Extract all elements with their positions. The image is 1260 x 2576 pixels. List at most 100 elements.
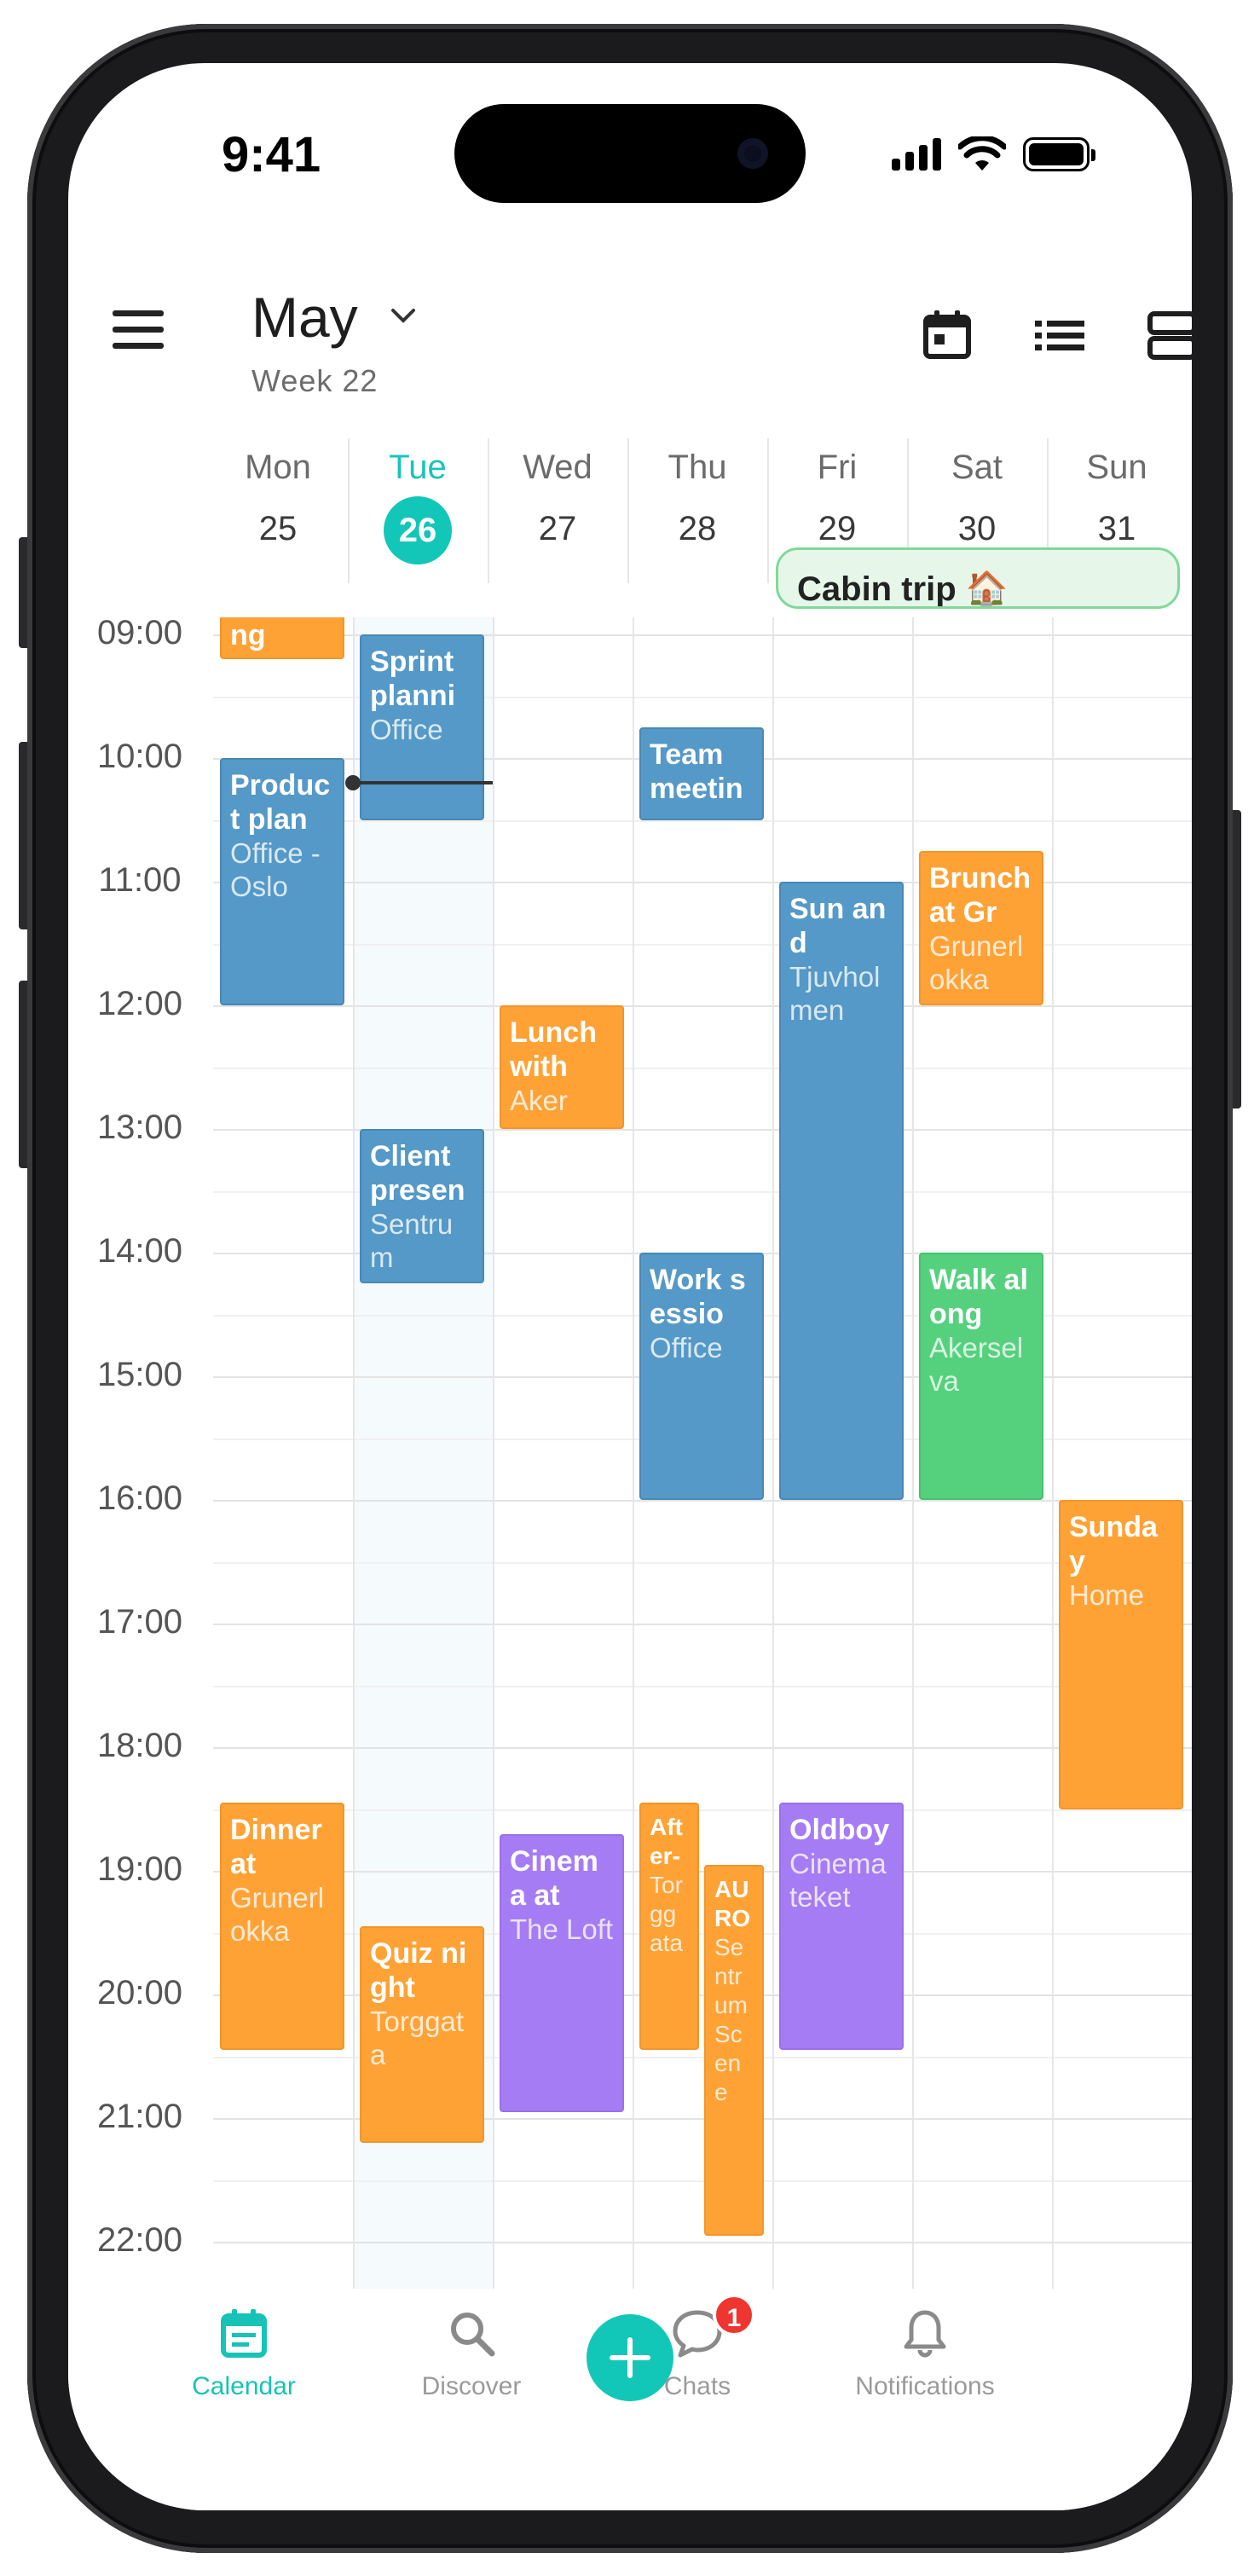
event-title: Product plan <box>230 769 331 836</box>
day-number: 26 <box>384 496 452 564</box>
search-icon <box>451 2313 495 2357</box>
tab-discover[interactable]: Discover <box>386 2306 557 2401</box>
calendar-event[interactable]: Client presen Sentrum <box>360 1129 484 1284</box>
day-column-line <box>633 617 634 2289</box>
calendar-event[interactable]: Dinner at Grunerlokka <box>220 1803 344 2051</box>
tab-label: Chats <box>663 2372 731 2400</box>
calendar-event[interactable]: Oldboy Cinemateket <box>779 1803 904 2051</box>
calendar-event[interactable]: Cinema at The Loft <box>500 1833 624 2112</box>
event-location: Grunerlokka <box>929 929 1024 995</box>
tab-label: Discover <box>421 2372 522 2400</box>
event-title: Brunch at Gr <box>929 861 1031 929</box>
menu-icon[interactable] <box>113 310 164 351</box>
day-number: 31 <box>1097 510 1136 547</box>
calendar-icon <box>221 2309 267 2358</box>
event-title: After- <box>650 1814 683 1870</box>
calendar-event[interactable]: Work sessio Office <box>639 1253 764 1500</box>
hour-label: 18:00 <box>96 1727 183 1764</box>
hour-label: 12:00 <box>96 985 183 1022</box>
day-name: Wed <box>523 449 592 486</box>
event-title: Lunch with <box>510 1016 597 1083</box>
calendar-view-icon[interactable] <box>921 309 974 362</box>
day-separator <box>348 438 350 583</box>
calendar-event[interactable]: Team meetin <box>639 726 764 820</box>
calendar-event[interactable]: Brunch at Gr Grunerlokka <box>919 850 1043 1005</box>
day-header-wed[interactable]: Wed 27 <box>488 430 627 583</box>
day-name: Mon <box>245 449 311 486</box>
half-hour-line <box>213 1067 1192 1069</box>
day-header-thu[interactable]: Thu 28 <box>627 430 767 583</box>
calendar-event[interactable]: Quiz night Torggata <box>360 1926 484 2143</box>
calendar-event[interactable]: Sprint planni Office <box>360 634 484 820</box>
half-hour-line <box>213 1561 1192 1564</box>
calendar-event[interactable]: Lunch with Aker <box>500 1005 624 1129</box>
calendar-event[interactable]: ng <box>220 617 344 659</box>
half-hour-line <box>213 1685 1192 1687</box>
hour-line <box>213 2242 1192 2243</box>
day-separator <box>767 438 769 583</box>
event-location: Sentrum <box>370 1208 454 1273</box>
day-header-tue[interactable]: Tue 26 <box>348 430 488 583</box>
half-hour-line <box>213 2179 1192 2182</box>
event-location: Akerselva <box>929 1332 1024 1397</box>
event-title: Oldboy <box>789 1814 890 1847</box>
calendar-event[interactable]: Sun and Tjuvholmen <box>779 882 904 1500</box>
event-title: Team meetin <box>650 738 743 805</box>
hour-label: 10:00 <box>96 738 183 775</box>
day-column-line <box>493 617 494 2289</box>
half-hour-line <box>213 1809 1192 1811</box>
day-header-mon[interactable]: Mon 25 <box>208 430 348 583</box>
wifi-icon <box>958 136 1006 171</box>
time-grid[interactable]: 09:00 10:00 11:00 12:00 13:00 14:00 15:00 16:00… <box>68 617 1192 2289</box>
hour-label: 09:00 <box>96 617 183 651</box>
month-title[interactable]: May <box>251 285 358 350</box>
hour-label: 21:00 <box>96 2098 183 2135</box>
event-location: Sentrum Scene <box>714 1933 748 2105</box>
tab-notifications[interactable]: Notifications <box>840 2306 1010 2401</box>
day-name: Tue <box>389 449 447 486</box>
hour-label: 19:00 <box>96 1850 183 1888</box>
dynamic-island <box>454 104 806 203</box>
hour-label: 11:00 <box>98 861 182 899</box>
event-title: Client presen <box>370 1140 465 1207</box>
status-time: 9:41 <box>222 127 321 182</box>
hour-label: 15:00 <box>96 1356 183 1393</box>
hour-label: 14:00 <box>96 1232 183 1270</box>
all-day-event[interactable]: Cabin trip 🏠 <box>776 547 1180 609</box>
event-location: Tjuvholmen <box>789 961 881 1026</box>
hour-line <box>213 1005 1192 1007</box>
agenda-view-icon[interactable] <box>1146 309 1192 362</box>
event-location: Torggata <box>370 2006 465 2071</box>
calendar-event[interactable]: AURO Sentrum Scene <box>704 1864 764 2236</box>
event-title: Work sessio <box>650 1264 746 1330</box>
calendar-event[interactable]: Product plan Office - Oslo <box>220 758 344 1005</box>
day-number: 29 <box>818 510 857 547</box>
tab-chats[interactable]: Chats 1 <box>612 2294 783 2401</box>
all-day-event-title: Cabin trip 🏠 <box>797 570 1009 608</box>
event-title: AURO <box>714 1875 750 1931</box>
event-title: Sunday <box>1069 1511 1158 1577</box>
calendar-event[interactable]: Sunday Home <box>1059 1500 1183 1809</box>
day-name: Sat <box>951 449 1003 486</box>
unread-badge: 1 <box>713 2294 755 2336</box>
half-hour-line <box>213 819 1192 822</box>
tab-calendar[interactable]: Calendar <box>159 2306 329 2401</box>
hour-line <box>213 1624 1192 1625</box>
calendar-event[interactable]: Walk along Akerselva <box>919 1253 1043 1500</box>
chevron-down-icon[interactable] <box>388 304 419 329</box>
event-location: Office <box>650 1332 723 1363</box>
tab-label: Calendar <box>192 2372 296 2400</box>
battery-icon <box>1023 137 1095 171</box>
hour-label: 16:00 <box>96 1479 183 1517</box>
app-screen: 9:41 May Week 22 Mon 25 Tue 26 Wed 27 Th… <box>68 63 1192 2510</box>
hour-label: 22:00 <box>96 2221 183 2259</box>
day-number: 30 <box>957 510 997 547</box>
week-label: Week 22 <box>251 363 379 398</box>
day-number: 25 <box>258 510 298 547</box>
day-name: Fri <box>817 449 858 486</box>
list-view-icon[interactable] <box>1033 309 1086 362</box>
calendar-event[interactable]: After- Torggata <box>639 1803 699 2051</box>
day-separator <box>627 438 629 583</box>
event-title: Dinner at <box>230 1814 322 1881</box>
event-location: Grunerlokka <box>230 1882 325 1948</box>
